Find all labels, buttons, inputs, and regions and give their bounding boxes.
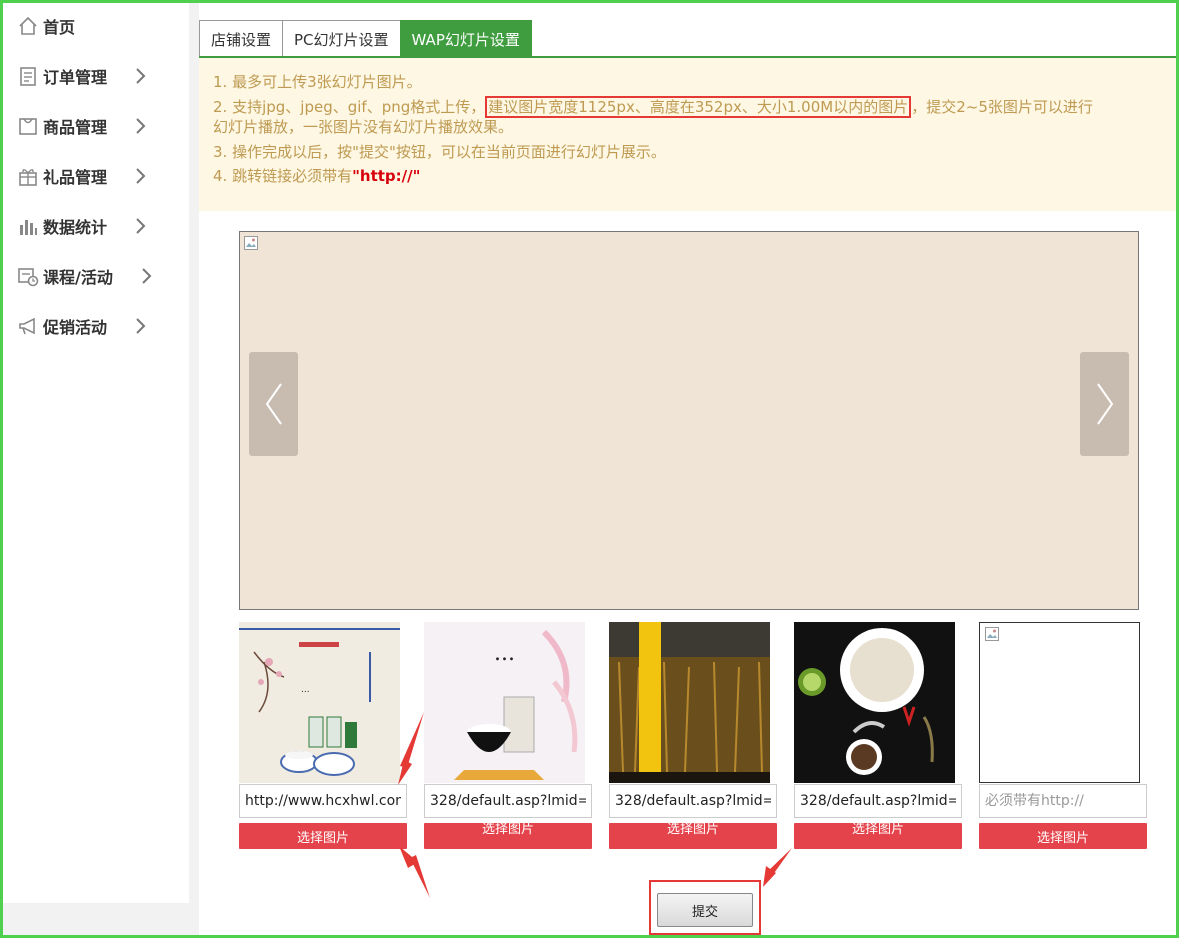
settings-tabs: 店铺设置 PC幻灯片设置 WAP幻灯片设置 xyxy=(199,20,532,57)
slide-link-input-2[interactable] xyxy=(424,784,592,818)
sidebar-item-stats[interactable]: 数据统计 xyxy=(3,206,189,246)
sidebar-item-label: 礼品管理 xyxy=(43,168,108,187)
slide-thumbnail-2[interactable]: ... xyxy=(424,622,585,783)
goods-icon xyxy=(17,115,39,137)
instruction-line-3: 3. 操作完成以后，按"提交"按钮，可以在当前页面进行幻灯片展示。 xyxy=(213,142,666,161)
svg-text:...: ... xyxy=(494,641,515,666)
sidebar-item-label: 数据统计 xyxy=(43,218,108,237)
instruction-text: ，提交2~5张图片可以进行 xyxy=(911,97,1093,116)
slideshow-preview xyxy=(239,231,1139,610)
rice-bowl-image: ... xyxy=(424,622,585,783)
sidebar-footer xyxy=(3,903,199,935)
submit-highlight: 提交 xyxy=(649,880,761,935)
sidebar-divider xyxy=(189,3,199,935)
sidebar-item-goods[interactable]: 商品管理 xyxy=(3,106,189,146)
chevron-right-icon xyxy=(136,218,146,234)
gift-icon xyxy=(17,165,39,187)
instruction-line-4: 4. 跳转链接必须带有"http://" xyxy=(213,164,1162,189)
broken-image-icon xyxy=(985,627,999,641)
chevron-right-icon xyxy=(136,168,146,184)
slide-link-input-4[interactable] xyxy=(794,784,962,818)
megaphone-icon xyxy=(17,315,39,337)
instruction-line-1: 1. 最多可上传3张幻灯片图片。 xyxy=(213,73,422,91)
instruction-text: 4. 跳转链接必须带有 xyxy=(213,167,353,185)
slide-link-input-3[interactable] xyxy=(609,784,777,818)
slide-prev-button[interactable] xyxy=(249,352,298,456)
chart-icon xyxy=(17,215,39,237)
tab-store-settings[interactable]: 店铺设置 xyxy=(199,20,284,57)
svg-text:...: ... xyxy=(301,685,310,695)
home-icon xyxy=(17,15,39,37)
rice-dish-image xyxy=(794,622,955,783)
size-recommendation: 建议图片宽度1125px、高度在352px、大小1.00M以内的图片 xyxy=(485,95,912,118)
chevron-right-icon xyxy=(136,118,146,134)
slide-next-button[interactable] xyxy=(1080,352,1129,456)
course-icon xyxy=(17,265,39,287)
slide-thumbnail-5[interactable] xyxy=(979,622,1140,783)
select-image-button-3[interactable]: 选择图片 xyxy=(609,823,777,849)
rice-product-image: ... xyxy=(239,622,400,783)
slide-thumbnail-1[interactable]: ... xyxy=(239,622,400,783)
chevron-right-icon xyxy=(136,318,146,334)
sidebar-item-label: 商品管理 xyxy=(43,118,108,137)
tab-pc-slideshow[interactable]: PC幻灯片设置 xyxy=(282,20,401,57)
slide-link-input-5[interactable] xyxy=(979,784,1147,818)
sidebar: 首页 订单管理 商品管理 礼品管理 数据统计 课程/活动 促销活动 xyxy=(3,3,189,903)
slide-thumbnail-3[interactable] xyxy=(609,622,770,783)
sidebar-item-orders[interactable]: 订单管理 xyxy=(3,56,189,96)
sidebar-item-label: 课程/活动 xyxy=(43,268,113,287)
sidebar-item-gifts[interactable]: 礼品管理 xyxy=(3,156,189,196)
select-image-button-4[interactable]: 选择图片 xyxy=(794,823,962,849)
chevron-left-icon xyxy=(265,383,282,425)
http-requirement: "http://" xyxy=(352,167,421,185)
slide-link-input-1[interactable] xyxy=(239,784,407,818)
instruction-text: 2. 支持jpg、jpeg、gif、png格式上传， xyxy=(213,97,486,116)
slide-thumbnail-4[interactable] xyxy=(794,622,955,783)
chevron-right-icon xyxy=(142,268,152,284)
sidebar-item-label: 首页 xyxy=(43,18,76,37)
select-image-button-1[interactable]: 选择图片 xyxy=(239,823,407,849)
select-image-button-5[interactable]: 选择图片 xyxy=(979,823,1147,849)
chevron-right-icon xyxy=(136,68,146,84)
broken-image-icon xyxy=(244,236,258,250)
upload-instructions: 1. 最多可上传3张幻灯片图片。 2. 支持jpg、jpeg、gif、png格式… xyxy=(199,58,1176,211)
order-icon xyxy=(17,65,39,87)
rice-field-image xyxy=(609,622,770,783)
select-image-button-2[interactable]: 选择图片 xyxy=(424,823,592,849)
sidebar-item-courses[interactable]: 课程/活动 xyxy=(3,256,189,296)
sidebar-item-home[interactable]: 首页 xyxy=(3,6,189,46)
submit-button[interactable]: 提交 xyxy=(657,893,753,927)
main-content: 店铺设置 PC幻灯片设置 WAP幻灯片设置 1. 最多可上传3张幻灯片图片。 2… xyxy=(199,3,1176,935)
sidebar-item-label: 促销活动 xyxy=(43,318,108,337)
sidebar-item-promotions[interactable]: 促销活动 xyxy=(3,306,189,346)
tab-wap-slideshow[interactable]: WAP幻灯片设置 xyxy=(399,20,532,57)
sidebar-item-label: 订单管理 xyxy=(43,68,108,87)
chevron-right-icon xyxy=(1096,383,1113,425)
